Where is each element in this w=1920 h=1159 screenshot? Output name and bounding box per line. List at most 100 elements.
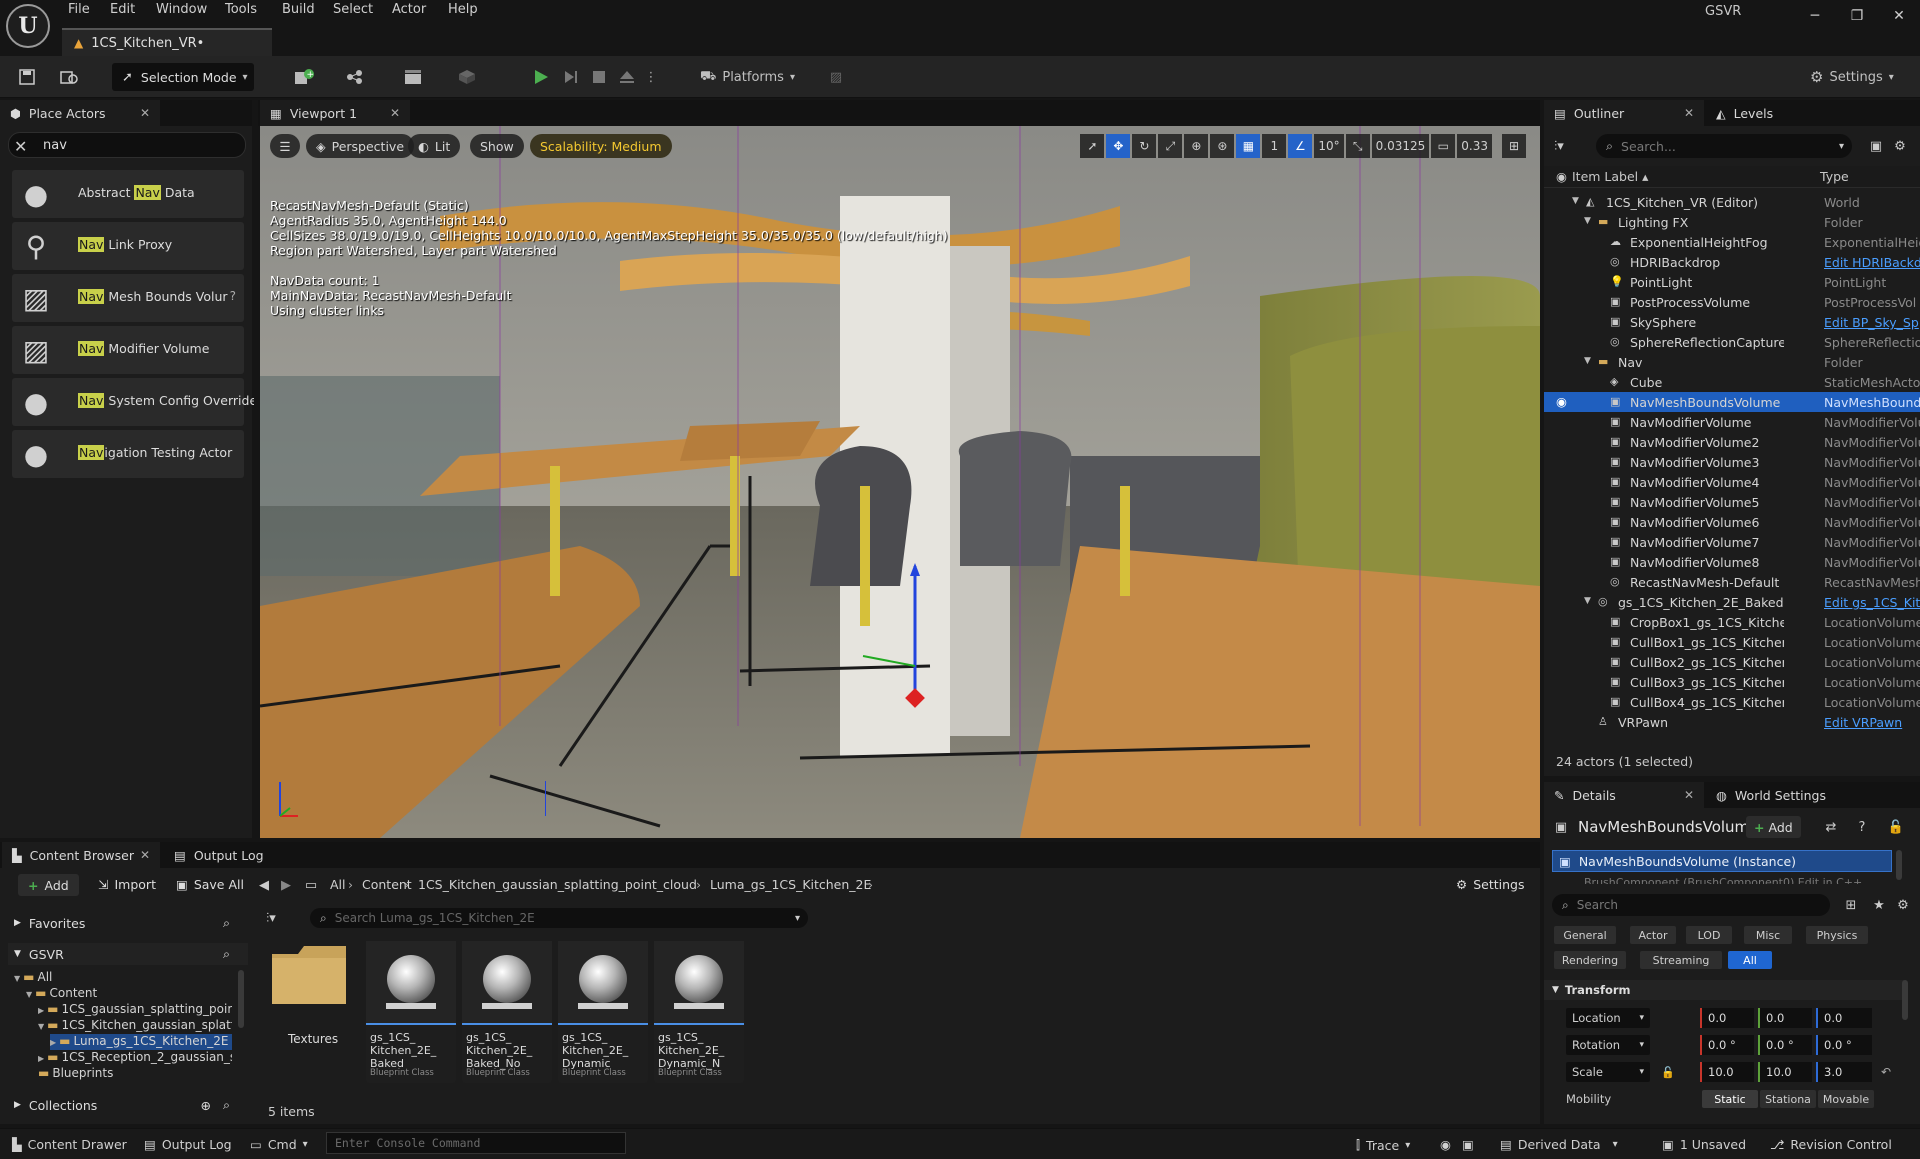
coordinate-system-icon[interactable]: ⊕ (1184, 134, 1209, 158)
type-column[interactable]: Type (1820, 169, 1849, 184)
mobility-movable[interactable]: Movable (1818, 1090, 1874, 1108)
content-icon[interactable] (56, 64, 82, 90)
tree-scrollbar[interactable] (238, 970, 244, 1028)
rotation-z-field[interactable]: 0.0 ° (1816, 1035, 1872, 1055)
category-all[interactable]: All (1728, 951, 1772, 969)
cb-add-button[interactable]: + Add (18, 874, 79, 896)
platforms-dropdown[interactable]: ⛟ Platforms ▾ (692, 63, 803, 91)
close-window-icon[interactable]: ✕ (1884, 6, 1914, 26)
star-icon[interactable]: ★ (1870, 896, 1888, 914)
trace-dropdown[interactable]: ⫿ Trace ▾ (1356, 1137, 1410, 1153)
surface-snap-icon[interactable]: ⊛ (1210, 134, 1235, 158)
outliner-item-type[interactable]: Edit BP_Sky_Sp (1824, 315, 1920, 330)
outliner-row[interactable]: 💡 PointLight PointLight (1544, 272, 1920, 292)
asset-tile[interactable]: gs_1CS_ Kitchen_2E_ Baked_No Blueprint Cl… (462, 941, 552, 1083)
chevron-down-icon[interactable]: ▼ (1572, 196, 1579, 206)
help-icon[interactable]: ? (230, 289, 236, 303)
camera-speed-value[interactable]: 0.33 (1457, 134, 1492, 158)
outliner-row[interactable]: ◈ Cube StaticMeshActo (1544, 372, 1920, 392)
category-lod[interactable]: LOD (1686, 926, 1732, 944)
scale-snap-value[interactable]: 0.03125 (1371, 134, 1430, 158)
asset-tile[interactable]: gs_1CS_ Kitchen_2E_ Baked Blueprint Class (366, 941, 456, 1083)
back-icon[interactable]: ◀ (256, 877, 272, 893)
lock-icon[interactable]: 🔓 (1886, 818, 1906, 836)
place-actor-item[interactable]: ▨ Nav Modifier Volume (12, 326, 244, 374)
outliner-row[interactable]: ▣ NavModifierVolume8 NavModifierVolu (1544, 552, 1920, 572)
outliner-row[interactable]: ▣ SkySphere Edit BP_Sky_Sp (1544, 312, 1920, 332)
asset-search-input[interactable]: ⌕ Search Luma_gs_1CS_Kitchen_2E ▾ (310, 908, 808, 928)
eject-icon[interactable] (614, 64, 640, 90)
outliner-row[interactable]: ◎ HDRIBackdrop Edit HDRIBackd (1544, 252, 1920, 272)
modeling-icon[interactable] (452, 64, 488, 90)
derived-data-button[interactable]: ▤ Derived Data ▾ (1500, 1137, 1618, 1152)
help-icon[interactable]: ? (1852, 818, 1872, 836)
place-actor-item[interactable]: ● Navigation Testing Actor (12, 430, 244, 478)
breadcrumb-item[interactable]: All (330, 877, 346, 892)
clear-search-icon[interactable]: ✕ (14, 137, 27, 156)
menu-select[interactable]: Select (333, 2, 373, 17)
rotation-y-field[interactable]: 0.0 ° (1758, 1035, 1812, 1055)
chevron-down-icon[interactable]: ▼ (1584, 596, 1591, 606)
show-button[interactable]: Show (470, 134, 524, 158)
revision-control-button[interactable]: ⎇ Revision Control (1770, 1137, 1892, 1152)
rotation-snap-value[interactable]: 10° (1314, 134, 1344, 158)
import-button[interactable]: ⇲ Import (98, 877, 156, 892)
maximize-icon[interactable]: ❐ (1842, 6, 1872, 26)
outliner-row[interactable]: ▣ NavModifierVolume NavModifierVolu (1544, 412, 1920, 432)
collections-header[interactable]: ▶ Collections ⊕ ⌕ (8, 1094, 248, 1116)
scale-snap-icon[interactable]: ⤡ (1345, 134, 1370, 158)
perspective-button[interactable]: ◈ Perspective (306, 134, 415, 158)
component-row-partial[interactable]: BrushComponent (BrushComponent0) Edit in… (1584, 874, 1884, 884)
location-z-field[interactable]: 0.0 (1816, 1008, 1872, 1028)
tab-levels[interactable]: ◭ Levels (1706, 100, 1796, 126)
category-streaming[interactable]: Streaming (1640, 951, 1722, 969)
chevron-down-icon[interactable]: ▼ (1584, 356, 1591, 366)
place-actor-item[interactable]: ⚲ Nav Link Proxy (12, 222, 244, 270)
place-actors-search-input[interactable]: nav (8, 132, 246, 158)
outliner-item-type[interactable]: Edit VRPawn (1824, 715, 1920, 730)
visibility-icon[interactable]: ◉ (1556, 394, 1567, 409)
debug-icon[interactable]: ▨ (824, 64, 848, 90)
unsaved-button[interactable]: ▣ 1 Unsaved (1662, 1137, 1746, 1152)
outliner-row[interactable]: ▼ ▬ Lighting FX Folder (1544, 212, 1920, 232)
tab-world-settings[interactable]: ◍ World Settings (1706, 782, 1836, 808)
blueprint-convert-icon[interactable]: ⇄ (1820, 818, 1842, 836)
camera-speed-icon[interactable]: ▭ (1431, 134, 1456, 158)
level-viewport[interactable]: ☰ ◈ Perspective ◐ Lit Show Scalability: … (260, 126, 1540, 838)
details-add-button[interactable]: + Add (1746, 816, 1801, 838)
item-label-column[interactable]: Item Label ▴ (1572, 169, 1648, 184)
scale-y-field[interactable]: 10.0 (1758, 1062, 1812, 1082)
blueprint-icon[interactable] (340, 64, 376, 90)
components-scrollbar[interactable] (1896, 850, 1902, 880)
component-instance-row[interactable]: ▣ NavMeshBoundsVolume (Instance) (1552, 850, 1892, 872)
chevron-down-icon[interactable]: ▼ (1584, 216, 1591, 226)
cinematics-icon[interactable] (398, 64, 434, 90)
asset-tile[interactable]: gs_1CS_ Kitchen_2E_ Dynamic_N Blueprint C… (654, 941, 744, 1083)
outliner-row[interactable]: ▣ CropBox1_gs_1CS_Kitchen_2E_ LocationVolu… (1544, 612, 1920, 632)
menu-edit[interactable]: Edit (110, 2, 135, 17)
asset-filter-icon[interactable]: ⫶▾ (266, 908, 296, 928)
tab-place-actors[interactable]: ⬢ Place Actors ✕ (0, 100, 160, 126)
outliner-item-type[interactable]: Edit gs_1CS_Kit (1824, 595, 1920, 610)
rotation-x-field[interactable]: 0.0 ° (1700, 1035, 1754, 1055)
outliner-row[interactable]: ▼ ▬ Nav Folder (1544, 352, 1920, 372)
level-tab[interactable]: ▲ 1CS_Kitchen_VR• (62, 28, 272, 56)
scale-z-field[interactable]: 3.0 (1816, 1062, 1872, 1082)
category-general[interactable]: General (1554, 926, 1616, 944)
tab-content-browser[interactable]: ▙ Content Browser ✕ (2, 842, 160, 868)
filter-icon[interactable]: ⫶▾ (1554, 134, 1584, 158)
save-icon[interactable] (14, 64, 40, 90)
outliner-settings-icon[interactable]: ⚙ (1890, 136, 1910, 156)
scale-dropdown[interactable]: Scale ▾ (1566, 1062, 1650, 1082)
outliner-row[interactable]: ▣ NavModifierVolume4 NavModifierVolu (1544, 472, 1920, 492)
forward-icon[interactable]: ▶ (278, 877, 294, 893)
tree-folder[interactable]: ▼ ▬ Content (26, 986, 232, 1002)
outliner-row[interactable]: ♙ VRPawn Edit VRPawn (1544, 712, 1920, 732)
menu-window[interactable]: Window (156, 2, 207, 17)
close-tab-icon[interactable]: ✕ (1684, 788, 1694, 802)
minimize-icon[interactable]: ─ (1800, 6, 1830, 26)
tab-viewport[interactable]: ▦ Viewport 1 ✕ (260, 100, 410, 126)
step-icon[interactable] (558, 64, 584, 90)
favorites-header[interactable]: ▶ Favorites ⌕ (8, 912, 248, 934)
settings-dropdown[interactable]: ⚙ Settings ▾ (1810, 63, 1894, 91)
